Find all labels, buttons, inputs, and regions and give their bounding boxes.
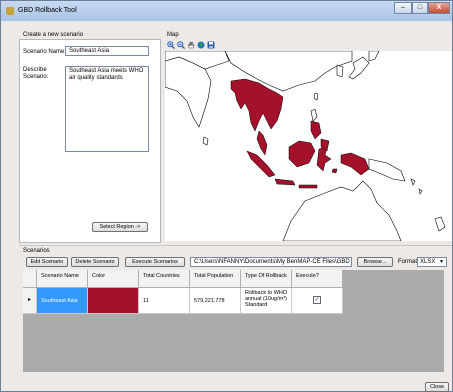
- column-header-total-countries[interactable]: Total Countries: [139, 270, 190, 288]
- minimize-button[interactable]: –: [394, 2, 412, 14]
- map-canvas[interactable]: [164, 50, 452, 242]
- execute-checkbox[interactable]: ✓: [313, 296, 321, 304]
- scenario-name-label: Scenario Name:: [23, 49, 67, 55]
- maximize-button[interactable]: □: [412, 2, 428, 14]
- map-group-label: Map: [167, 32, 179, 38]
- row-pointer-icon: ▸: [28, 297, 32, 303]
- delete-scenario-button[interactable]: Delete Scenario: [71, 257, 119, 267]
- column-header-execute[interactable]: Execute?: [292, 270, 343, 288]
- chevron-down-icon: ▼: [439, 259, 444, 265]
- globe-icon[interactable]: [197, 41, 205, 49]
- format-label: Format:: [398, 259, 419, 265]
- browse-button[interactable]: Browse...: [357, 257, 393, 267]
- format-select[interactable]: XLSX ▼: [417, 257, 447, 267]
- scenarios-group-label: Scenarios: [23, 248, 50, 254]
- column-header-scenario-name[interactable]: Scenario Name: [37, 270, 88, 288]
- zoom-out-icon[interactable]: [177, 41, 185, 49]
- scenario-name-input[interactable]: Southeast Asia: [65, 46, 149, 56]
- cell-total-population[interactable]: 579,221,778: [190, 288, 241, 314]
- window-title: GBD Rollback Tool: [18, 7, 77, 14]
- row-selector[interactable]: ▸: [23, 288, 37, 314]
- cell-color-swatch[interactable]: [88, 288, 139, 314]
- app-icon: [6, 7, 14, 15]
- edit-scenario-button[interactable]: Edit Scenario: [26, 257, 68, 267]
- title-bar: GBD Rollback Tool – □ X: [1, 1, 452, 21]
- close-window-button[interactable]: X: [428, 2, 450, 14]
- close-button[interactable]: Close: [425, 382, 449, 392]
- create-scenario-group-label: Create a new scenario: [23, 32, 84, 38]
- column-header-color[interactable]: Color: [88, 270, 139, 288]
- section-separator: [19, 245, 452, 246]
- output-path-input[interactable]: C:\Users\NFANNY\Documents\My BenMAP-CE F…: [190, 257, 352, 267]
- save-icon[interactable]: [207, 41, 215, 49]
- cell-type-of-rollback[interactable]: Rollback to WHO annual (10ug/m³) Standar…: [241, 288, 292, 314]
- column-header-total-population[interactable]: Total Population: [190, 270, 241, 288]
- execute-scenarios-button[interactable]: Execute Scenarios: [125, 257, 185, 267]
- scenarios-grid: Scenario Name Color Total Countries Tota…: [23, 270, 444, 372]
- describe-scenario-textarea[interactable]: Southeast Asia meets WHO air quality sta…: [65, 66, 149, 152]
- row-header-corner: [23, 270, 37, 288]
- cell-execute[interactable]: ✓: [292, 288, 343, 314]
- create-scenario-panel: Scenario Name: Southeast Asia Describe S…: [19, 39, 161, 243]
- column-header-type-of-rollback[interactable]: Type Of Rollback: [241, 270, 292, 288]
- app-window: GBD Rollback Tool – □ X Create a new sce…: [0, 0, 453, 392]
- format-selected-value: XLSX: [420, 259, 436, 265]
- zoom-in-icon[interactable]: [167, 41, 175, 49]
- select-region-button[interactable]: Select Region ->: [92, 222, 148, 232]
- pan-hand-icon[interactable]: [187, 41, 195, 49]
- cell-total-countries[interactable]: 11: [139, 288, 190, 314]
- describe-scenario-label: Describe Scenario:: [23, 67, 49, 80]
- cell-scenario-name[interactable]: Southeast Asia: [37, 288, 88, 314]
